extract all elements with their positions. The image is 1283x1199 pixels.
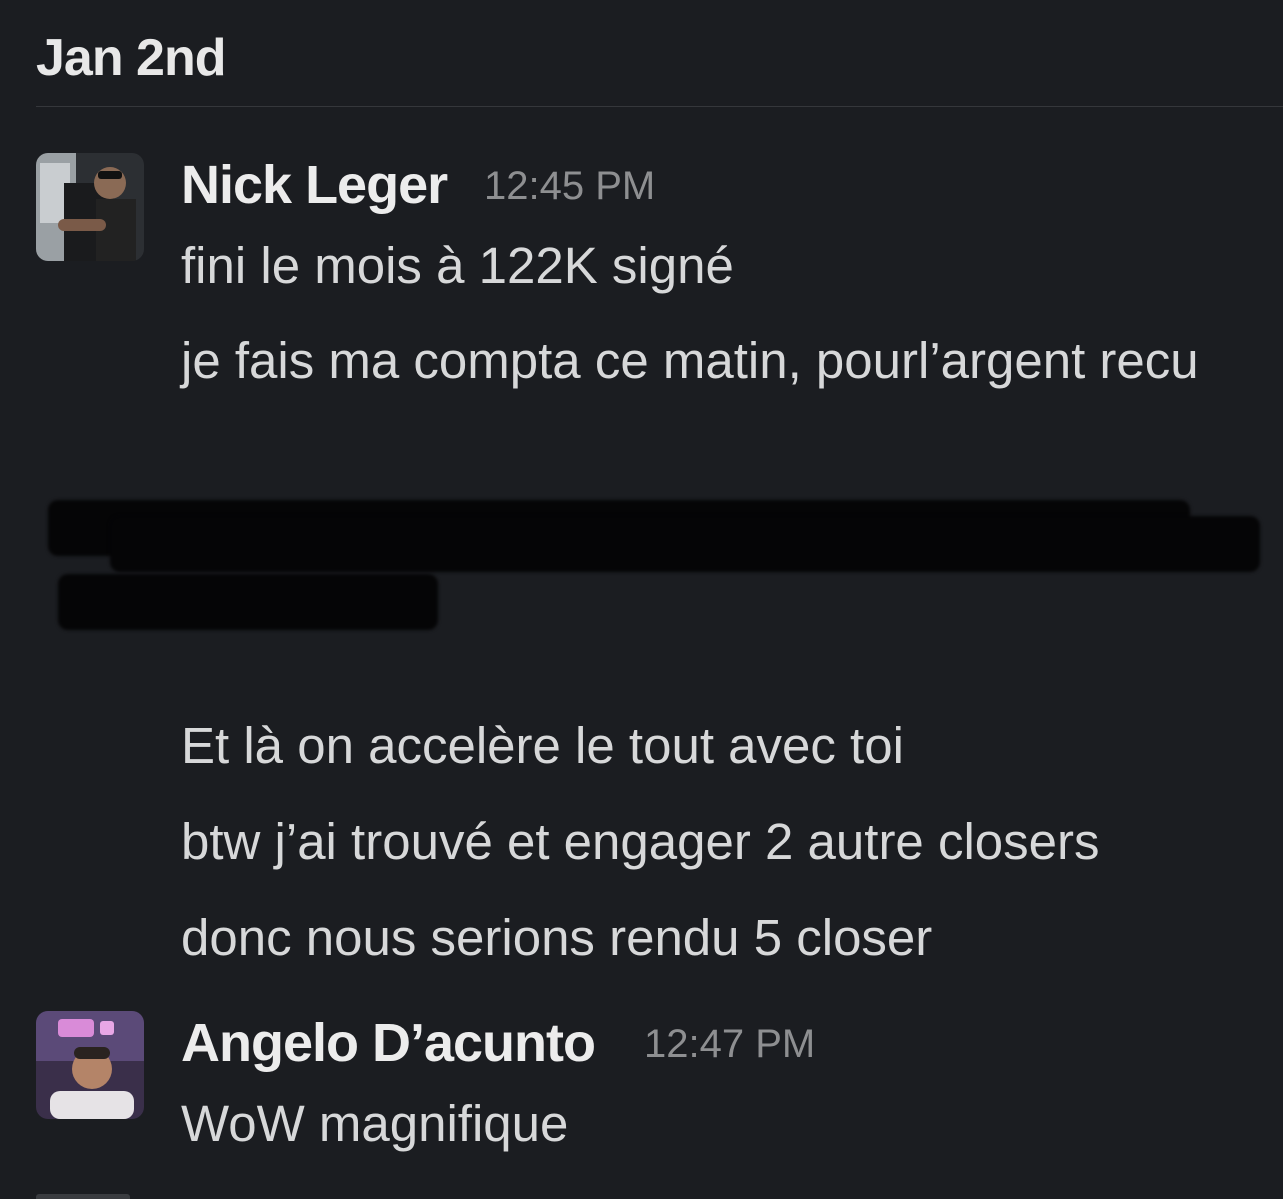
sender-name[interactable]: Angelo D’acunto bbox=[181, 1012, 596, 1074]
message-timestamp[interactable]: 12:47 PM bbox=[644, 1022, 815, 1067]
avatar[interactable] bbox=[36, 153, 144, 261]
redacted-block bbox=[110, 516, 1260, 572]
user-photo-icon bbox=[36, 1011, 144, 1119]
message-text: je fais ma compta ce matin, pourl’argent… bbox=[181, 332, 1199, 389]
message-text: btw j’ai trouvé et engager 2 autre close… bbox=[181, 813, 1100, 870]
avatar[interactable] bbox=[36, 1011, 144, 1119]
date-header: Jan 2nd bbox=[36, 29, 226, 87]
redacted-block bbox=[58, 574, 438, 630]
message-timestamp[interactable]: 12:45 PM bbox=[484, 164, 655, 209]
message-text: WoW magnifique bbox=[181, 1095, 569, 1152]
message-text: donc nous serions rendu 5 closer bbox=[181, 909, 933, 966]
message-text: fini le mois à 122K signé bbox=[181, 237, 734, 294]
date-divider bbox=[36, 106, 1283, 107]
message-text: Et là on accelère le tout avec toi bbox=[181, 717, 904, 774]
sender-name[interactable]: Nick Leger bbox=[181, 154, 448, 216]
next-avatar-edge bbox=[36, 1194, 130, 1199]
user-photo-icon bbox=[36, 153, 144, 261]
